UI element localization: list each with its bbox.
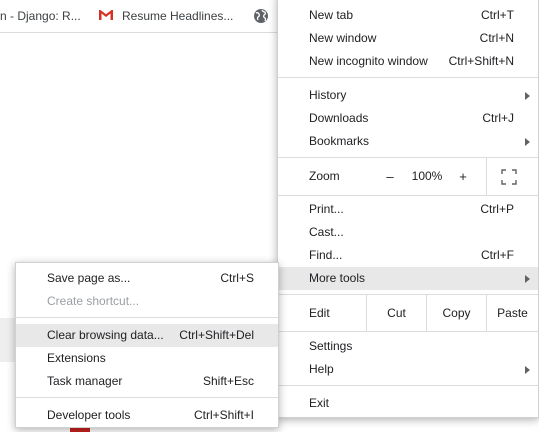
menu-item-zoom: Zoom – 100% +: [278, 158, 538, 195]
menu-item-downloads[interactable]: Downloads Ctrl+J: [278, 107, 538, 130]
menu-separator: [278, 385, 538, 386]
menu-item-help[interactable]: Help: [278, 358, 538, 381]
bookmark-django[interactable]: n - Django: R...: [0, 8, 81, 24]
cut-button[interactable]: Cut: [366, 295, 426, 331]
zoom-out-button[interactable]: –: [378, 158, 402, 195]
menu-item-new-incognito-window[interactable]: New incognito window Ctrl+Shift+N: [278, 50, 538, 73]
menu-separator: [16, 397, 278, 398]
menu-item-label: New window: [309, 31, 377, 45]
menu-item-shortcut: Ctrl+Shift+Del: [179, 328, 254, 342]
menu-item-label: More tools: [309, 271, 366, 285]
menu-item-new-tab[interactable]: New tab Ctrl+T: [278, 4, 538, 27]
menu-item-shortcut: Ctrl+Shift+I: [193, 408, 254, 422]
submenu-arrow-icon: [525, 366, 530, 374]
menu-item-new-window[interactable]: New window Ctrl+N: [278, 27, 538, 50]
menu-item-label: Extensions: [47, 351, 106, 365]
chrome-main-menu: New tab Ctrl+T New window Ctrl+N New inc…: [277, 0, 539, 418]
bookmark-resume-headlines[interactable]: Resume Headlines...: [98, 8, 233, 24]
menu-item-shortcut: Ctrl+S: [220, 271, 254, 285]
fullscreen-icon[interactable]: [501, 169, 517, 185]
submenu-arrow-icon: [525, 138, 530, 146]
menu-item-label: Downloads: [309, 111, 369, 125]
menu-item-label: Settings: [309, 339, 353, 353]
menu-separator: [278, 331, 538, 332]
submenu-item-save-page-as[interactable]: Save page as... Ctrl+S: [16, 267, 278, 290]
menu-separator: [278, 77, 538, 78]
menu-item-shortcut: Ctrl+J: [482, 111, 514, 125]
menu-separator: [278, 195, 538, 196]
menu-item-label: Create shortcut...: [47, 294, 140, 308]
menu-item-label: Clear browsing data...: [47, 328, 164, 342]
bookmark-label: n - Django: R...: [0, 9, 81, 23]
menu-item-label: Task manager: [47, 374, 123, 388]
globe-icon[interactable]: [253, 8, 269, 24]
menu-item-more-tools[interactable]: More tools: [278, 267, 538, 290]
menu-item-shortcut: Ctrl+F: [481, 248, 514, 262]
menu-item-label: History: [309, 88, 347, 102]
menu-item-label: New tab: [309, 8, 354, 22]
menu-item-shortcut: Ctrl+Shift+N: [448, 54, 514, 68]
menu-item-bookmarks[interactable]: Bookmarks: [278, 130, 538, 153]
menu-item-shortcut: Ctrl+P: [480, 202, 514, 216]
menu-item-label: Help: [309, 362, 334, 376]
submenu-arrow-icon: [525, 92, 530, 100]
bookmark-label: Resume Headlines...: [122, 9, 234, 23]
menu-item-label: New incognito window: [309, 54, 428, 68]
menu-item-shortcut: Ctrl+N: [479, 31, 514, 45]
submenu-item-extensions[interactable]: Extensions: [16, 347, 278, 370]
edit-label: Edit: [309, 306, 330, 320]
gmail-icon: [99, 10, 113, 20]
menu-item-label: Cast...: [309, 225, 344, 239]
zoom-level: 100%: [411, 169, 443, 183]
menu-item-cast[interactable]: Cast...: [278, 221, 538, 244]
zoom-in-button[interactable]: +: [451, 158, 475, 195]
menu-item-shortcut: Ctrl+T: [481, 8, 514, 22]
submenu-item-clear-browsing-data[interactable]: Clear browsing data... Ctrl+Shift+Del: [16, 324, 278, 347]
menu-item-label: Exit: [309, 396, 330, 410]
menu-item-label: Bookmarks: [309, 134, 370, 148]
zoom-label: Zoom: [309, 169, 340, 183]
submenu-item-task-manager[interactable]: Task manager Shift+Esc: [16, 370, 278, 393]
menu-item-label: Print...: [309, 202, 344, 216]
zoom-divider: [486, 158, 487, 195]
menu-item-label: Developer tools: [47, 408, 131, 422]
browser-window: n - Django: R... Resume Headlines... New…: [0, 0, 539, 432]
menu-item-label: Find...: [309, 248, 343, 262]
menu-item-label: Save page as...: [47, 271, 131, 285]
menu-item-history[interactable]: History: [278, 84, 538, 107]
menu-item-settings[interactable]: Settings: [278, 335, 538, 358]
menu-item-find[interactable]: Find... Ctrl+F: [278, 244, 538, 267]
submenu-item-developer-tools[interactable]: Developer tools Ctrl+Shift+I: [16, 404, 278, 427]
menu-item-edit: Edit Cut Copy Paste: [278, 295, 538, 331]
menu-item-print[interactable]: Print... Ctrl+P: [278, 198, 538, 221]
paste-button[interactable]: Paste: [486, 295, 538, 331]
menu-item-shortcut: Shift+Esc: [202, 374, 254, 388]
menu-separator: [16, 317, 278, 318]
submenu-item-create-shortcut: Create shortcut...: [16, 290, 278, 313]
copy-button[interactable]: Copy: [426, 295, 486, 331]
submenu-arrow-icon: [525, 275, 530, 283]
menu-item-exit[interactable]: Exit: [278, 392, 538, 415]
more-tools-submenu: Save page as... Ctrl+S Create shortcut..…: [15, 262, 279, 428]
